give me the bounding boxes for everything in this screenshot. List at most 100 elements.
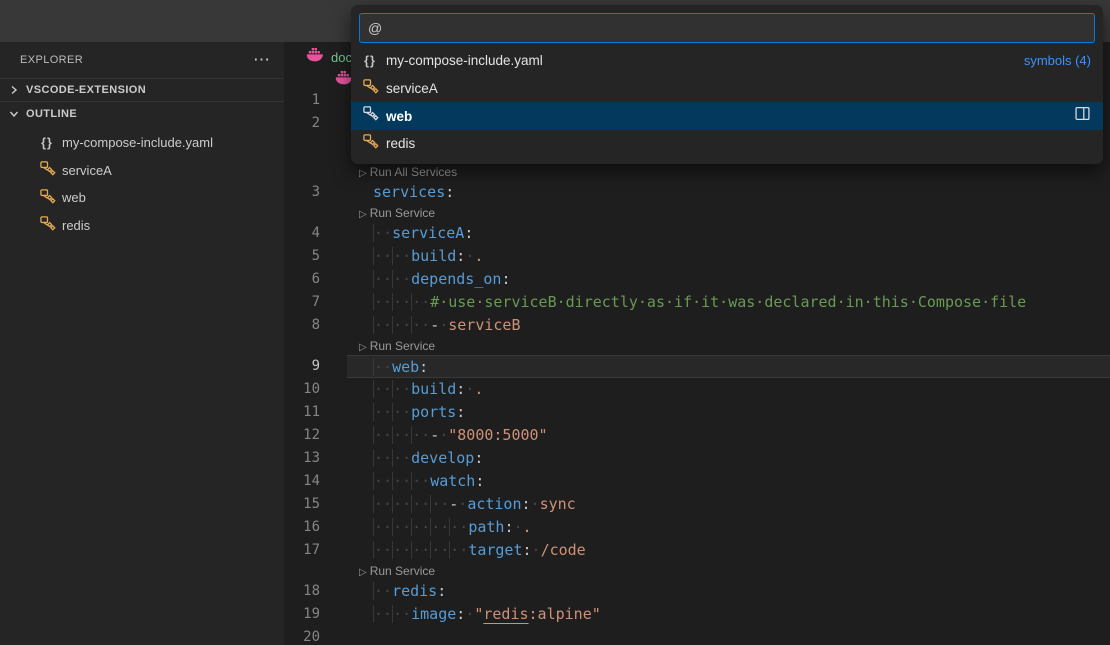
code-line-8[interactable]: 8······-·serviceB bbox=[284, 314, 1110, 337]
code-line-content[interactable]: ····depends_on: bbox=[347, 268, 1110, 291]
code-token: #·use·serviceB·directly·as·if·it·was·dec… bbox=[430, 293, 1026, 311]
quick-pick-item-my-compose-include-yaml[interactable]: {}my-compose-include.yamlsymbols (4) bbox=[351, 47, 1103, 75]
quick-pick-list: {}my-compose-include.yamlsymbols (4)serv… bbox=[351, 47, 1103, 158]
line-number: 20 bbox=[284, 626, 347, 645]
code-editor[interactable]: 12▷Run All Services3services:▷Run Servic… bbox=[284, 89, 1110, 645]
code-token: · bbox=[465, 247, 474, 265]
code-line-10[interactable]: 10····build:·. bbox=[284, 378, 1110, 401]
line-number: 19 bbox=[284, 603, 347, 626]
indent-guide: ·· bbox=[373, 358, 392, 376]
code-line-content[interactable]: ····ports: bbox=[347, 401, 1110, 424]
line-number: 14 bbox=[284, 470, 347, 493]
code-line-content[interactable]: ······#·use·serviceB·directly·as·if·it·w… bbox=[347, 291, 1110, 314]
code-line-content[interactable]: ··········target:·/code bbox=[347, 539, 1110, 562]
indent-guide: ·· bbox=[392, 605, 411, 623]
symbols-count-badge: symbols (4) bbox=[1024, 53, 1091, 68]
code-line-content[interactable]: ····build:·. bbox=[347, 245, 1110, 268]
code-token: : bbox=[464, 224, 473, 242]
outline-item-web[interactable]: web bbox=[0, 184, 284, 212]
code-line-13[interactable]: 13····develop: bbox=[284, 447, 1110, 470]
code-line-content[interactable] bbox=[347, 626, 1110, 645]
code-line-14[interactable]: 14······watch: bbox=[284, 470, 1110, 493]
code-token: :alpine" bbox=[529, 605, 601, 623]
more-actions-icon[interactable]: ⋯ bbox=[253, 55, 270, 65]
indent-guide: ·· bbox=[373, 449, 392, 467]
service-symbol-icon bbox=[38, 215, 56, 235]
code-line-20[interactable]: 20 bbox=[284, 626, 1110, 645]
split-editor-icon bbox=[1073, 106, 1091, 126]
code-line-19[interactable]: 19····image:·"redis:alpine" bbox=[284, 603, 1110, 626]
code-token: image bbox=[411, 605, 456, 623]
code-token: /code bbox=[541, 541, 586, 559]
code-line-content[interactable]: ····develop: bbox=[347, 447, 1110, 470]
indent-guide: ·· bbox=[392, 247, 411, 265]
code-line-content[interactable]: ····build:·. bbox=[347, 378, 1110, 401]
quick-pick-item-servicea[interactable]: serviceA bbox=[351, 75, 1103, 103]
indent-guide: ·· bbox=[392, 293, 411, 311]
code-line-6[interactable]: 6····depends_on: bbox=[284, 268, 1110, 291]
quick-pick-item-label: my-compose-include.yaml bbox=[386, 53, 543, 68]
code-token: : bbox=[474, 449, 483, 467]
indent-guide: ·· bbox=[373, 518, 392, 536]
code-line-11[interactable]: 11····ports: bbox=[284, 401, 1110, 424]
indent-guide: ·· bbox=[411, 518, 430, 536]
code-line-content[interactable]: ··redis: bbox=[347, 580, 1110, 603]
run-triangle-icon: ▷ bbox=[359, 168, 367, 179]
braces-symbol-icon: {} bbox=[38, 135, 56, 150]
code-line-18[interactable]: 18··redis: bbox=[284, 580, 1110, 603]
codelens-run-service[interactable]: ▷Run Service bbox=[347, 337, 1110, 355]
outline-item-redis[interactable]: redis bbox=[0, 212, 284, 240]
code-line-9[interactable]: 9··web: bbox=[284, 355, 1110, 378]
code-token: action bbox=[467, 495, 521, 513]
code-token: : bbox=[456, 247, 465, 265]
indent-guide: ·· bbox=[430, 518, 449, 536]
code-line-content[interactable]: ······-·serviceB bbox=[347, 314, 1110, 337]
indent-guide: ·· bbox=[392, 403, 411, 421]
code-line-16[interactable]: 16··········path:·. bbox=[284, 516, 1110, 539]
code-line-content[interactable]: ········-·action:·sync bbox=[347, 493, 1110, 516]
outline-list: {}my-compose-include.yamlserviceAweb redi… bbox=[0, 126, 284, 239]
indent-guide: ·· bbox=[411, 293, 430, 311]
code-line-5[interactable]: 5····build:·. bbox=[284, 245, 1110, 268]
codelens-run-all-services[interactable]: ▷Run All Services bbox=[347, 163, 1110, 181]
line-number: 16 bbox=[284, 516, 347, 539]
codelens-run-service[interactable]: ▷Run Service bbox=[347, 562, 1110, 580]
code-line-content[interactable]: ······-·"8000:5000" bbox=[347, 424, 1110, 447]
service-symbol-icon bbox=[38, 160, 56, 180]
codelens-run-service[interactable]: ▷Run Service bbox=[347, 204, 1110, 222]
code-line-content[interactable]: ··········path:·. bbox=[347, 516, 1110, 539]
code-line-content[interactable]: services: bbox=[347, 181, 1110, 204]
code-line-content[interactable]: ··web: bbox=[347, 355, 1110, 378]
sidebar-section-outline[interactable]: OUTLINE bbox=[0, 102, 284, 126]
code-token: · bbox=[439, 426, 448, 444]
code-line-12[interactable]: 12······-·"8000:5000" bbox=[284, 424, 1110, 447]
code-line-content[interactable]: ······watch: bbox=[347, 470, 1110, 493]
quick-pick-item-redis[interactable]: redis bbox=[351, 130, 1103, 158]
outline-item-servicea[interactable]: serviceA bbox=[0, 157, 284, 185]
indent-guide: ·· bbox=[411, 472, 430, 490]
code-token: : bbox=[456, 380, 465, 398]
code-token: build bbox=[411, 247, 456, 265]
indent-guide: ·· bbox=[449, 541, 468, 559]
code-line-7[interactable]: 7······#·use·serviceB·directly·as·if·it·… bbox=[284, 291, 1110, 314]
quick-pick-item-web[interactable]: web bbox=[351, 102, 1103, 130]
line-number: 4 bbox=[284, 222, 347, 245]
outline-item-label: redis bbox=[62, 218, 90, 233]
code-token: : bbox=[456, 403, 465, 421]
indent-guide: ·· bbox=[392, 495, 411, 513]
code-line-content[interactable]: ····image:·"redis:alpine" bbox=[347, 603, 1110, 626]
quick-pick-input[interactable] bbox=[359, 13, 1095, 43]
code-line-3[interactable]: 3services: bbox=[284, 181, 1110, 204]
gutter-spacer bbox=[284, 337, 347, 355]
code-line-content[interactable]: ··serviceA: bbox=[347, 222, 1110, 245]
code-line-15[interactable]: 15········-·action:·sync bbox=[284, 493, 1110, 516]
sidebar-section-vscode-extension[interactable]: VSCODE-EXTENSION bbox=[0, 78, 284, 102]
line-number: 17 bbox=[284, 539, 347, 562]
code-line-4[interactable]: 4··serviceA: bbox=[284, 222, 1110, 245]
code-line-17[interactable]: 17··········target:·/code bbox=[284, 539, 1110, 562]
outline-item-my-compose-include-yaml[interactable]: {}my-compose-include.yaml bbox=[0, 129, 284, 157]
codelens-row: ▷Run All Services bbox=[284, 163, 1110, 181]
code-token: . bbox=[474, 247, 483, 265]
open-to-side-action[interactable] bbox=[1073, 106, 1091, 126]
code-token: serviceA bbox=[392, 224, 464, 242]
